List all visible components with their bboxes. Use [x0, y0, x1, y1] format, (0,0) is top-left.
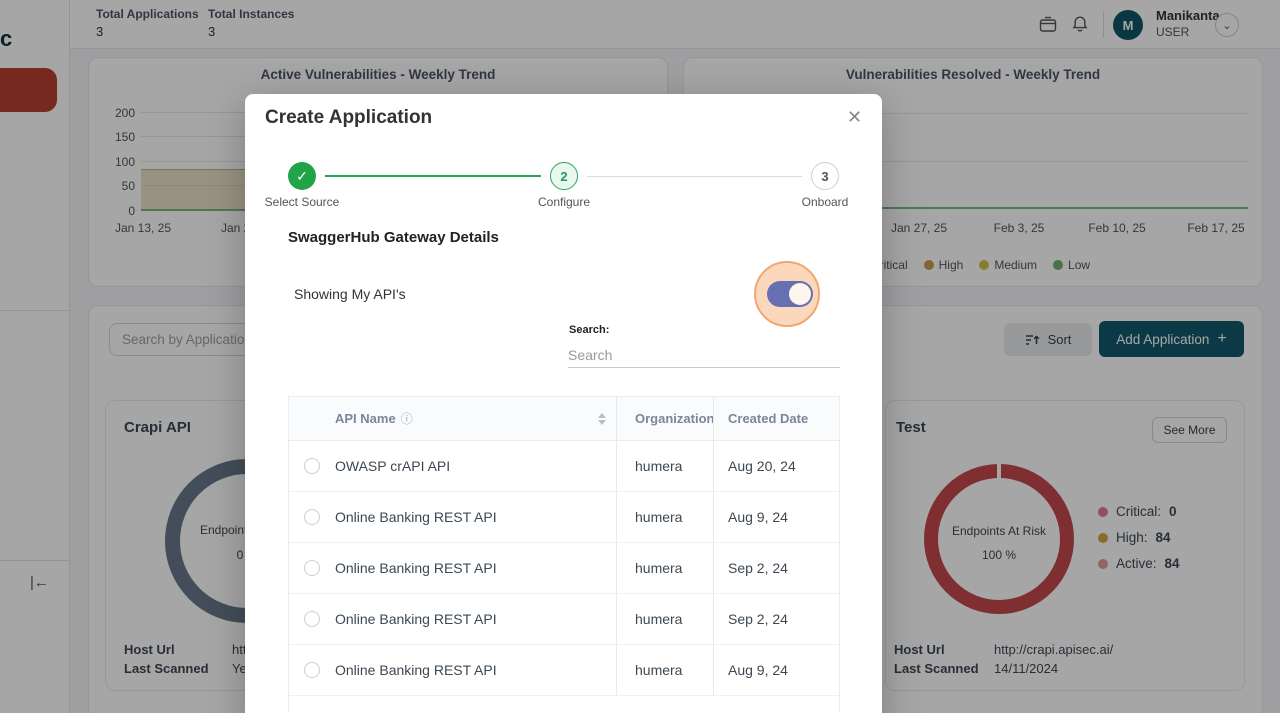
- stepper-connector-done: [325, 175, 541, 177]
- stepper-connector-upcoming: [587, 176, 802, 177]
- api-table-header: API Name ⓘ Organization Created Date: [289, 397, 839, 441]
- toggle-knob: [789, 283, 811, 305]
- table-row[interactable]: Online Banking REST API humera Sep 2, 24: [289, 594, 839, 645]
- row-radio-button[interactable]: [304, 458, 320, 474]
- modal-title: Create Application: [265, 107, 432, 129]
- close-icon[interactable]: ✕: [847, 107, 862, 128]
- info-icon: ⓘ: [401, 410, 413, 427]
- modal-search-label: Search:: [569, 324, 609, 336]
- step-label-onboard: Onboard: [770, 195, 880, 209]
- table-row-partial: [289, 696, 839, 713]
- row-radio-button[interactable]: [304, 662, 320, 678]
- table-row[interactable]: OWASP crAPI API humera Aug 20, 24: [289, 441, 839, 492]
- showing-my-apis-label: Showing My API's: [294, 286, 406, 302]
- table-row[interactable]: Online Banking REST API humera Aug 9, 24: [289, 492, 839, 543]
- created-date-column-header: Created Date: [713, 397, 839, 440]
- showing-my-apis-toggle[interactable]: [767, 281, 813, 307]
- column-sort-icon[interactable]: [598, 413, 606, 425]
- step-configure-circle[interactable]: 2: [550, 162, 578, 190]
- organization-column-header: Organization: [616, 397, 713, 440]
- step-label-select-source: Select Source: [247, 195, 357, 209]
- api-table: API Name ⓘ Organization Created Date OWA…: [288, 396, 840, 713]
- modal-search-input[interactable]: [568, 342, 840, 368]
- app-root: c |← Total Applications 3 Total Instance…: [0, 0, 1280, 713]
- row-radio-button[interactable]: [304, 509, 320, 525]
- create-application-modal: Create Application ✕ ✓ 2 3 Select Source…: [245, 94, 882, 713]
- step-select-source-circle[interactable]: ✓: [288, 162, 316, 190]
- step-label-configure: Configure: [509, 195, 619, 209]
- table-row[interactable]: Online Banking REST API humera Aug 9, 24: [289, 645, 839, 696]
- section-title: SwaggerHub Gateway Details: [288, 229, 499, 246]
- step-onboard-circle[interactable]: 3: [811, 162, 839, 190]
- table-row[interactable]: Online Banking REST API humera Sep 2, 24: [289, 543, 839, 594]
- row-radio-button[interactable]: [304, 560, 320, 576]
- row-radio-button[interactable]: [304, 611, 320, 627]
- api-name-column-header: API Name ⓘ: [335, 410, 616, 427]
